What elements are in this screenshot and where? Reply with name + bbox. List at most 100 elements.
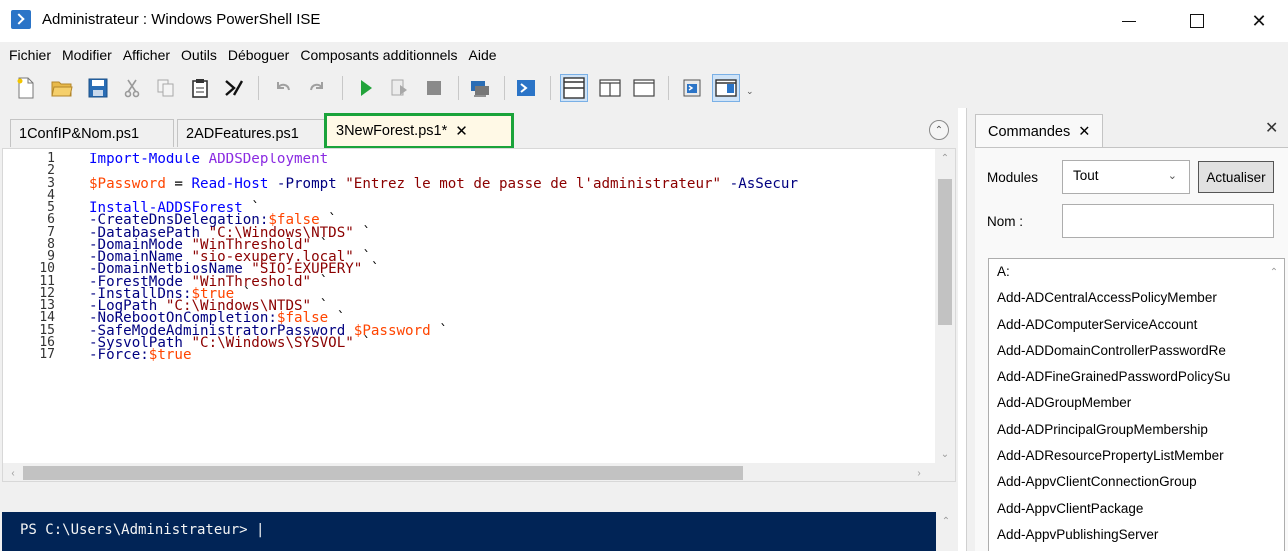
- scrollbar-corner: [935, 463, 955, 481]
- script-pane-maximized-button[interactable]: [632, 76, 656, 100]
- command-list-item[interactable]: A:: [989, 259, 1261, 285]
- close-tab-icon[interactable]: ✕: [1078, 124, 1090, 140]
- command-list-item[interactable]: Add-ADGroupMember: [989, 390, 1261, 416]
- open-folder-icon: [51, 81, 73, 97]
- command-list-item[interactable]: Add-ADComputerServiceAccount: [989, 312, 1261, 338]
- tab-3newforest[interactable]: 3NewForest.ps1* ✕: [324, 113, 514, 149]
- menu-aide[interactable]: Aide: [464, 44, 502, 66]
- command-list-item[interactable]: Add-AppvClientConnectionGroup: [989, 469, 1261, 495]
- chevron-left-icon[interactable]: ‹: [3, 464, 23, 481]
- script-editor[interactable]: 1 2 3 4 5 6 7 8 9 10 11 12 13 14 15 16 17 Import-Module …: [2, 148, 956, 482]
- code-line[interactable]: -SysvolPath "C:\Windows\SYSVOL" `: [89, 336, 935, 350]
- close-tab-icon[interactable]: ✕: [455, 122, 468, 140]
- toolbar-separator: [258, 76, 259, 100]
- run-selection-icon: [391, 79, 407, 96]
- run-script-button[interactable]: [354, 76, 378, 100]
- toolbar-separator: [458, 76, 459, 100]
- command-list-item[interactable]: Add-ADPrincipalGroupMembership: [989, 417, 1261, 443]
- menu-afficher[interactable]: Afficher: [118, 44, 175, 66]
- menu-deboguer[interactable]: Déboguer: [223, 44, 295, 66]
- save-button[interactable]: [86, 76, 110, 100]
- open-file-button[interactable]: [50, 76, 74, 100]
- layout-right-icon: [599, 79, 621, 97]
- tab-1confip-nom[interactable]: 1ConfIP&Nom.ps1: [10, 119, 174, 147]
- script-pane-right-button[interactable]: [598, 76, 622, 100]
- editor-horizontal-scrollbar[interactable]: ‹ ›: [3, 463, 935, 481]
- code-token: "Entrez le mot de passe de l'administrat…: [345, 175, 722, 192]
- commands-list[interactable]: A: Add-ADCentralAccessPolicyMember Add-ADC…: [988, 258, 1285, 551]
- powershell-icon: [225, 80, 244, 96]
- code-token: $Password: [89, 175, 166, 192]
- new-remote-powershell-tab-button[interactable]: [468, 76, 492, 100]
- tab-label: Commandes: [988, 123, 1071, 140]
- start-powershell-button[interactable]: [222, 76, 246, 100]
- line-number: 3: [47, 175, 55, 191]
- chevron-up-icon[interactable]: ⌃: [936, 512, 956, 530]
- command-list-item[interactable]: Add-AppvPublishingServer: [989, 522, 1261, 548]
- copy-button[interactable]: [154, 76, 178, 100]
- menu-modifier[interactable]: Modifier: [57, 44, 117, 66]
- line-number: 6: [47, 212, 55, 228]
- menu-outils[interactable]: Outils: [176, 44, 222, 66]
- tab-2adfeatures[interactable]: 2ADFeatures.ps1: [177, 119, 325, 147]
- stop-icon: [427, 81, 441, 95]
- close-window-button[interactable]: ✕: [1230, 0, 1288, 42]
- chevron-down-icon[interactable]: ⌄: [935, 445, 955, 463]
- powershell-ise-app-icon: [11, 10, 31, 29]
- editor-vertical-scrollbar[interactable]: ⌃ ⌄: [935, 149, 955, 463]
- chevron-right-icon[interactable]: ›: [909, 464, 929, 481]
- new-file-icon: [17, 77, 34, 99]
- code-line[interactable]: $Password = Read-Host -Prompt "Entrez le…: [89, 175, 935, 192]
- command-list-item[interactable]: Add-ADFineGrainedPasswordPolicySu: [989, 364, 1261, 390]
- chevron-up-icon[interactable]: ⌃: [1264, 263, 1284, 281]
- chevron-up-icon[interactable]: ⌃: [935, 149, 955, 167]
- name-input[interactable]: [1062, 204, 1274, 238]
- new-file-button[interactable]: [14, 76, 38, 100]
- undo-button[interactable]: [270, 76, 294, 100]
- scrollbar-thumb[interactable]: [938, 179, 952, 325]
- code-token: Read-Host: [191, 175, 269, 192]
- console-pane[interactable]: PS C:\Users\Administrateur> | ⌃: [2, 512, 956, 551]
- refresh-button[interactable]: Actualiser: [1198, 161, 1274, 193]
- paste-button[interactable]: [188, 76, 212, 100]
- maximize-button[interactable]: [1168, 0, 1226, 42]
- show-commands-window-button[interactable]: [680, 76, 704, 100]
- console-prompt[interactable]: PS C:\Users\Administrateur> |: [20, 522, 264, 538]
- modules-select[interactable]: Tout ⌄: [1062, 160, 1190, 194]
- command-list-item[interactable]: Add-ADResourcePropertyListMember: [989, 443, 1261, 469]
- command-list-item[interactable]: Add-ADDomainControllerPasswordRe: [989, 338, 1261, 364]
- console-scrollbar[interactable]: ⌃: [936, 512, 956, 551]
- collapse-script-pane-button[interactable]: ⌃: [929, 120, 949, 140]
- line-number: 15: [39, 322, 55, 338]
- start-powershell-console-button[interactable]: [514, 76, 538, 100]
- code-content[interactable]: Import-Module ADDSDeployment $Password = …: [89, 153, 935, 361]
- editor-pane: 1ConfIP&Nom.ps1 2ADFeatures.ps1 3NewFore…: [0, 108, 958, 551]
- redo-button[interactable]: [306, 76, 330, 100]
- menu-fichier[interactable]: Fichier: [4, 44, 56, 66]
- line-number: 12: [39, 285, 55, 301]
- tab-commandes[interactable]: Commandes ✕: [975, 114, 1103, 148]
- cut-button[interactable]: [120, 76, 144, 100]
- code-line[interactable]: -Force:$true: [89, 348, 935, 361]
- toolbar-overflow-icon[interactable]: ⌄: [746, 86, 754, 96]
- menu-composants-additionnels[interactable]: Composants additionnels: [295, 44, 462, 66]
- minimize-button[interactable]: [1100, 0, 1158, 42]
- run-selection-button[interactable]: [388, 76, 412, 100]
- show-script-pane-button[interactable]: [712, 74, 740, 102]
- close-pane-icon[interactable]: ✕: [1265, 118, 1278, 138]
- script-pane-top-button[interactable]: [560, 74, 588, 102]
- line-number: 4: [47, 187, 55, 203]
- stop-operation-button[interactable]: [422, 76, 446, 100]
- tab-label: 2ADFeatures.ps1: [186, 125, 299, 142]
- command-list-item[interactable]: Add-AppvClientPackage: [989, 496, 1261, 522]
- line-number: 11: [39, 273, 55, 289]
- code-line[interactable]: Import-Module ADDSDeployment: [89, 153, 935, 166]
- scrollbar-thumb[interactable]: [23, 466, 743, 480]
- commands-list-scrollbar[interactable]: ⌃: [1264, 259, 1284, 551]
- modules-selected-value: Tout: [1073, 168, 1099, 183]
- command-list-item[interactable]: Add-ADCentralAccessPolicyMember: [989, 285, 1261, 311]
- menu-bar: Fichier Modifier Afficher Outils Débogue…: [0, 42, 1288, 68]
- toolbar-separator: [668, 76, 669, 100]
